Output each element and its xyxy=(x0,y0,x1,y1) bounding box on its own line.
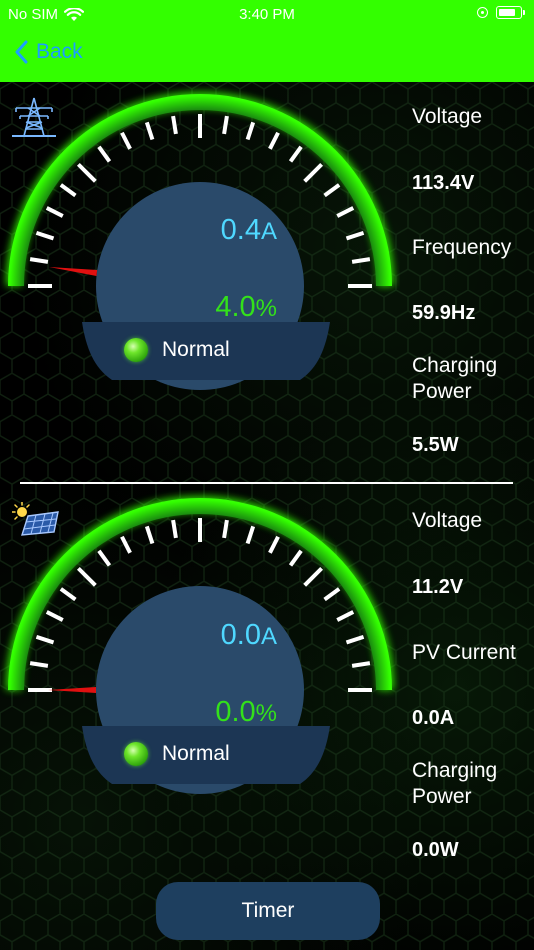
gauge-tick xyxy=(97,549,112,567)
grid-percent-value: 4.0 xyxy=(215,291,256,323)
gauge-tick xyxy=(59,183,77,198)
status-right-group xyxy=(477,6,525,19)
solar-gauge: 0.0A 0.0% Normal xyxy=(0,490,400,890)
grid-metric-value-voltage: 113.4V xyxy=(412,172,475,194)
gauge-tick xyxy=(268,131,280,150)
gauge-tick xyxy=(76,162,97,183)
status-led-icon xyxy=(124,338,148,362)
grid-metric-value-charging-power: 5.5W xyxy=(412,434,459,456)
back-button[interactable]: Back xyxy=(14,40,83,64)
solar-current-value: 0.0 xyxy=(220,619,261,651)
gauge-tick xyxy=(144,121,155,141)
gauge-tick xyxy=(336,206,355,218)
gauge-tick xyxy=(171,519,178,539)
solar-metric-label-pv-current: PV Current xyxy=(412,641,516,664)
grid-percent-readout: 4.0% xyxy=(77,291,277,324)
gauge-tick xyxy=(59,587,77,602)
grid-metric-value-frequency: 59.9Hz xyxy=(412,302,476,324)
solar-percent-readout: 0.0% xyxy=(77,696,277,729)
grid-current-unit: A xyxy=(260,218,277,245)
grid-percent-unit: % xyxy=(255,295,277,322)
gauge-needle xyxy=(49,266,98,276)
solar-percent-unit: % xyxy=(255,700,277,727)
solar-percent-value: 0.0 xyxy=(215,696,256,728)
solar-metric-value-charging-power: 0.0W xyxy=(412,839,459,861)
gauge-tick xyxy=(323,587,341,602)
gauge-tick xyxy=(76,566,97,587)
gauge-tick xyxy=(245,121,256,141)
gauge-tick xyxy=(288,549,303,567)
gauge-tick xyxy=(45,206,64,218)
gauge-tick xyxy=(35,230,55,241)
gauge-tick xyxy=(345,634,365,645)
gauge-tick xyxy=(336,610,355,622)
grid-status-label: Normal xyxy=(162,338,230,361)
chevron-left-icon xyxy=(15,40,28,64)
gauge-tick xyxy=(97,145,112,163)
grid-metric-label-voltage: Voltage xyxy=(412,105,483,128)
back-label: Back xyxy=(36,40,83,63)
gauge-tick xyxy=(288,145,303,163)
gauge-tick xyxy=(29,257,49,264)
grid-status-indicator: Normal xyxy=(124,338,230,362)
gauge-tick xyxy=(245,525,256,545)
timer-button[interactable]: Timer xyxy=(156,882,380,940)
battery-icon xyxy=(496,6,525,19)
navigation-bar: Back xyxy=(0,30,534,82)
orientation-lock-icon xyxy=(477,7,488,18)
grid-metric-label-frequency: Frequency xyxy=(412,236,512,259)
grid-current-readout: 0.4A xyxy=(77,214,277,247)
gauge-tick xyxy=(35,634,55,645)
gauge-tick xyxy=(171,115,178,135)
gauge-tick xyxy=(303,162,324,183)
section-divider xyxy=(20,482,513,484)
solar-metric-value-voltage: 11.2V xyxy=(412,576,464,598)
solar-current-unit: A xyxy=(260,623,277,650)
gauge-tick xyxy=(45,610,64,622)
gauge-needle xyxy=(48,687,96,693)
solar-status-label: Normal xyxy=(162,742,230,765)
grid-gauge: 0.4A 4.0% Normal xyxy=(0,86,400,486)
gauge-tick xyxy=(222,115,229,135)
gauge-tick xyxy=(120,535,132,554)
solar-current-readout: 0.0A xyxy=(77,619,277,652)
solar-metric-label-voltage: Voltage xyxy=(412,509,483,532)
grid-current-value: 0.4 xyxy=(220,214,261,246)
status-led-icon xyxy=(124,742,148,766)
gauge-tick xyxy=(323,183,341,198)
solar-status-indicator: Normal xyxy=(124,742,230,766)
gauge-tick xyxy=(268,535,280,554)
gauge-tick xyxy=(144,525,155,545)
gauge-tick xyxy=(120,131,132,150)
clock: 3:40 PM xyxy=(239,6,295,23)
grid-metric-label-charging-power: Charging Power xyxy=(412,354,498,403)
gauge-tick xyxy=(351,257,371,264)
solar-metric-label-charging-power: Charging Power xyxy=(412,759,498,808)
gauge-tick xyxy=(351,661,371,668)
gauge-tick xyxy=(29,661,49,668)
gauge-tick xyxy=(303,566,324,587)
gauge-tick xyxy=(345,230,365,241)
gauge-tick xyxy=(222,519,229,539)
timer-button-label: Timer xyxy=(241,899,295,922)
status-bar: No SIM 3:40 PM xyxy=(0,0,534,30)
solar-metric-value-pv-current: 0.0A xyxy=(412,707,455,729)
